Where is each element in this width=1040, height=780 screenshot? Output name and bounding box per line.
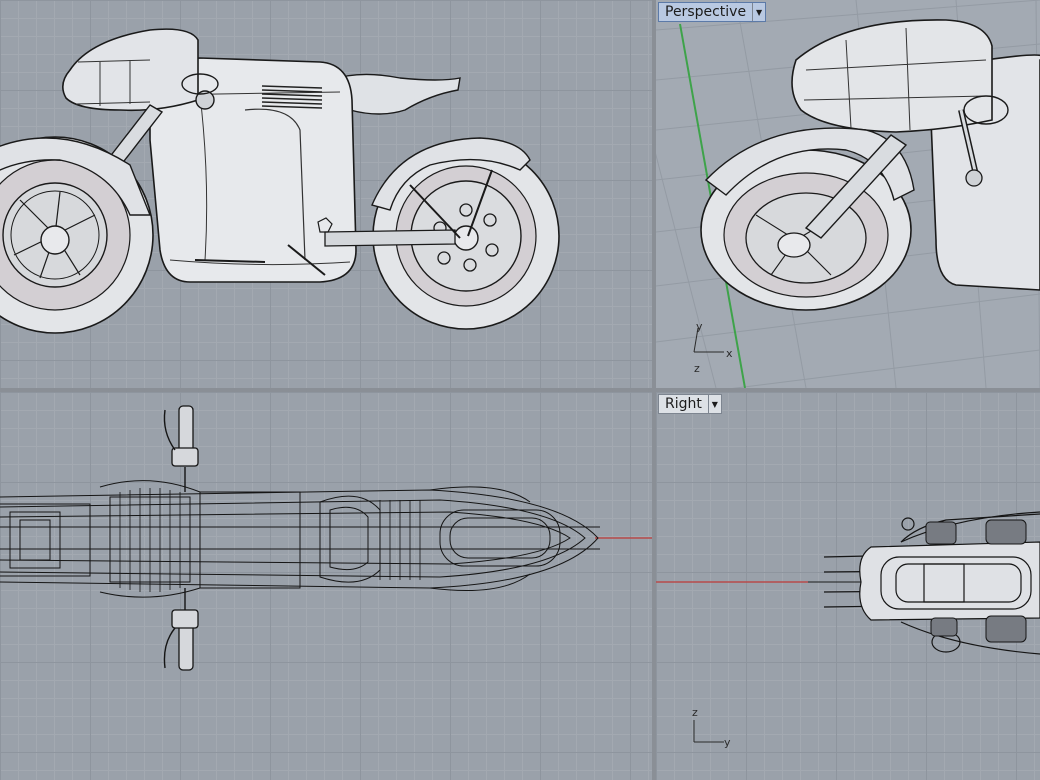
motorcycle-side-view	[0, 28, 560, 334]
viewport-title[interactable]: Perspective	[659, 3, 752, 21]
viewport-perspective[interactable]: x y z Perspective ▼	[656, 0, 1040, 388]
viewport-tab-perspective[interactable]: Perspective ▼	[658, 2, 767, 22]
viewport-front[interactable]	[0, 0, 652, 388]
axis-y-label: y	[696, 320, 703, 333]
viewport-title[interactable]: Right	[659, 395, 708, 413]
perspective-grid: x y z	[656, 0, 1040, 388]
chevron-down-icon[interactable]: ▼	[752, 3, 765, 21]
viewport-right[interactable]: y z Right ▼	[656, 392, 1040, 780]
rhino-workspace: x y z Perspective ▼ y z Right ▼	[0, 0, 1040, 780]
axis-z-label: z	[694, 362, 700, 375]
viewport-tab-right[interactable]: Right ▼	[658, 394, 722, 414]
chevron-down-icon[interactable]: ▼	[707, 395, 721, 413]
axis-z-label: z	[692, 706, 698, 719]
axis-y-label: y	[724, 736, 731, 749]
viewport-top[interactable]	[0, 392, 652, 780]
axis-x-label: x	[726, 347, 733, 360]
motorcycle-right-view: y z	[656, 511, 1040, 749]
motorcycle-top-wireframe	[0, 405, 652, 671]
